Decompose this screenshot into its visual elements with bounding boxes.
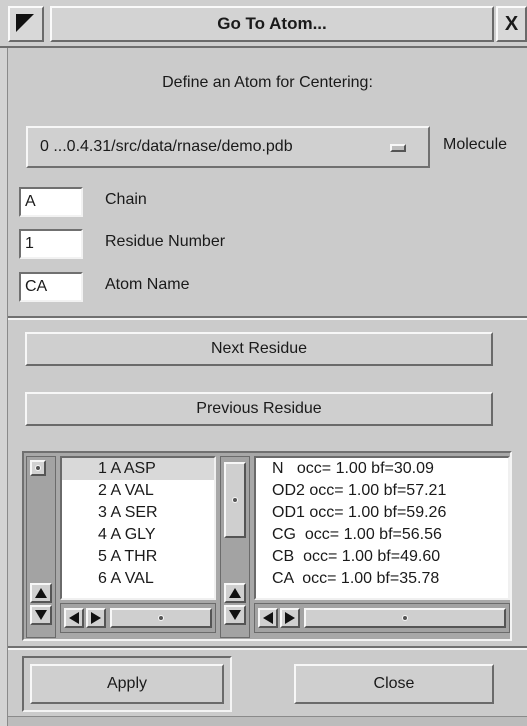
atom-list-item[interactable]: OD1 occ= 1.00 bf=59.26	[256, 502, 508, 524]
residue-list-item[interactable]: 3 A SER	[62, 502, 214, 524]
chain-field[interactable]: A	[19, 187, 83, 217]
residue-list-item[interactable]: 5 A THR	[62, 546, 214, 568]
residue-list-scroll-up[interactable]	[30, 583, 52, 603]
atom-list-hscroll-thumb[interactable]	[304, 608, 506, 628]
option-menu-indicator-icon	[390, 144, 406, 152]
atom-list-item[interactable]: CB occ= 1.00 bf=49.60	[256, 546, 508, 568]
residue-list-scroll-left[interactable]	[64, 608, 84, 628]
separator	[8, 646, 527, 650]
residue-list-item[interactable]: 6 A VAL	[62, 568, 214, 590]
atom-list-item[interactable]: OD2 occ= 1.00 bf=57.21	[256, 480, 508, 502]
arrow-down-icon	[35, 610, 47, 620]
atom-list-scroll-up[interactable]	[224, 583, 246, 603]
window-menu-button[interactable]	[8, 6, 44, 42]
arrow-down-icon	[229, 610, 241, 620]
atom-list-scroll-thumb[interactable]	[224, 462, 246, 538]
residue-list-scroll-thumb[interactable]	[30, 460, 46, 476]
atom-name-field[interactable]: CA	[19, 272, 83, 302]
chain-label: Chain	[105, 191, 147, 208]
atom-list-scroll-down[interactable]	[224, 605, 246, 625]
arrow-left-icon	[69, 612, 79, 624]
molecule-label: Molecule	[443, 136, 508, 153]
residue-list[interactable]: 1 A ASP 2 A VAL 3 A SER 4 A GLY 5 A THR …	[60, 456, 216, 600]
window-frame-left	[0, 48, 8, 726]
residue-list-hscroll-thumb[interactable]	[110, 608, 212, 628]
dialog-heading: Define an Atom for Centering:	[162, 74, 373, 91]
residue-number-field[interactable]: 1	[19, 229, 83, 259]
window-close-button[interactable]: X	[496, 6, 527, 42]
residue-list-item[interactable]: 1 A ASP	[62, 458, 214, 480]
residue-list-scroll-down[interactable]	[30, 605, 52, 625]
arrow-left-icon	[263, 612, 273, 624]
arrow-right-icon	[285, 612, 295, 624]
window-frame-bottom	[8, 716, 527, 726]
separator	[8, 316, 527, 320]
next-residue-button[interactable]: Next Residue	[25, 332, 493, 366]
window-menu-icon	[16, 14, 34, 32]
atom-list-scroll-right[interactable]	[280, 608, 300, 628]
atom-list-item[interactable]: CA occ= 1.00 bf=35.78	[256, 568, 508, 590]
residue-list-item[interactable]: 2 A VAL	[62, 480, 214, 502]
atom-list-item[interactable]: CG occ= 1.00 bf=56.56	[256, 524, 508, 546]
arrow-up-icon	[229, 588, 241, 598]
close-button[interactable]: Close	[294, 664, 494, 704]
arrow-right-icon	[91, 612, 101, 624]
molecule-selected-value: 0 ...0.4.31/src/data/rnase/demo.pdb	[40, 138, 293, 155]
residue-list-item[interactable]: 4 A GLY	[62, 524, 214, 546]
window-title: Go To Atom...	[50, 6, 494, 42]
apply-button[interactable]: Apply	[30, 664, 224, 704]
atom-name-label: Atom Name	[105, 276, 190, 293]
atom-list-item[interactable]: N occ= 1.00 bf=30.09	[256, 458, 508, 480]
residue-number-label: Residue Number	[105, 233, 226, 250]
previous-residue-button[interactable]: Previous Residue	[25, 392, 493, 426]
atom-list-scroll-left[interactable]	[258, 608, 278, 628]
molecule-option-menu[interactable]: 0 ...0.4.31/src/data/rnase/demo.pdb	[26, 126, 430, 168]
residue-list-scroll-right[interactable]	[86, 608, 106, 628]
arrow-up-icon	[35, 588, 47, 598]
atom-list[interactable]: N occ= 1.00 bf=30.09 OD2 occ= 1.00 bf=57…	[254, 456, 510, 600]
